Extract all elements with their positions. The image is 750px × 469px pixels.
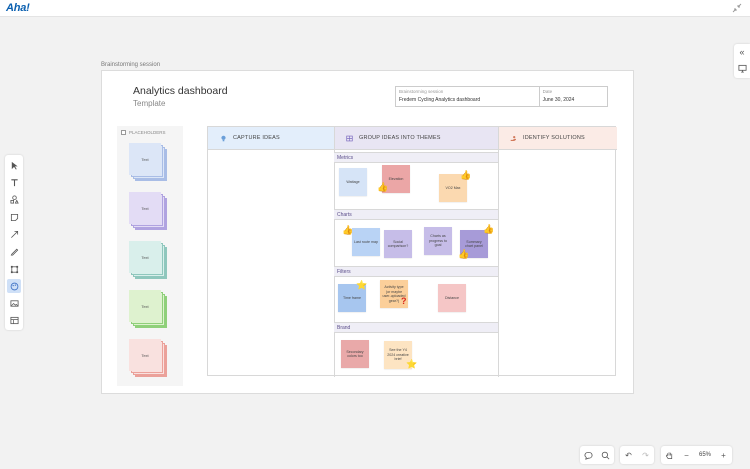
sticky-note[interactable]: Wattage — [339, 168, 367, 196]
column-divider — [334, 127, 335, 377]
hand-icon — [510, 135, 516, 141]
zoom-in-icon[interactable]: + — [719, 451, 728, 460]
meta-value: June 30, 2024 — [542, 97, 575, 103]
sticky-tool[interactable] — [7, 210, 21, 224]
frame-icon — [10, 265, 18, 273]
meta-cell-session: Brainstorming session Fredem Cycling Ana… — [396, 87, 540, 106]
placeholders-label: PLACEHOLDERS — [129, 130, 166, 135]
star-icon: ⭐ — [406, 359, 418, 369]
thumbs-up-icon: 👍 — [483, 224, 495, 234]
right-toolbar: « — [734, 44, 750, 78]
section-metrics: Metrics — [334, 152, 498, 163]
sticky-note-icon — [10, 213, 18, 221]
column-header-group: GROUP IDEAS INTO THEMES — [334, 127, 498, 149]
placeholder-label: Text — [129, 290, 161, 322]
pen-icon — [10, 248, 18, 256]
placeholder-label: Text — [129, 241, 161, 273]
bottom-toolbar-zoom: − 65% + — [661, 446, 733, 464]
lightbulb-icon — [221, 135, 226, 141]
placeholders-panel: PLACEHOLDERS Text Text Text Text Text — [117, 126, 183, 386]
placeholder-stack[interactable]: Text — [129, 339, 169, 379]
bottom-toolbar-history: ↶ ↷ — [620, 446, 654, 464]
frame-tool[interactable] — [7, 262, 21, 276]
column-header-solutions: IDENTIFY SOLUTIONS — [498, 127, 617, 149]
hand-pan-icon[interactable] — [665, 451, 674, 460]
thumbs-up-icon: 👍 — [458, 249, 470, 259]
placeholder-stack[interactable]: Text — [129, 192, 169, 232]
checkbox-icon[interactable] — [121, 130, 126, 135]
palette-icon — [10, 282, 18, 290]
column-label: GROUP IDEAS INTO THEMES — [359, 135, 441, 141]
question-mark-icon: ? — [401, 296, 407, 306]
select-tool[interactable] — [7, 158, 21, 172]
image-tool[interactable] — [7, 296, 21, 310]
placeholder-label: Text — [129, 143, 161, 175]
presentation-icon[interactable] — [737, 64, 747, 74]
zoom-level[interactable]: 65% — [699, 452, 711, 458]
stamp-tool[interactable] — [7, 279, 21, 293]
section-brand: Brand — [334, 322, 498, 333]
placeholder-stack[interactable]: Text — [129, 290, 169, 330]
sticky-note[interactable]: Distance — [438, 284, 466, 312]
placeholder-stack[interactable]: Text — [129, 241, 169, 281]
shapes-tool[interactable] — [7, 192, 21, 206]
column-label: IDENTIFY SOLUTIONS — [523, 135, 585, 141]
meta-value: Fredem Cycling Analytics dashboard — [399, 97, 481, 103]
template-icon — [9, 316, 19, 324]
template-tool[interactable] — [7, 313, 21, 327]
image-icon — [9, 299, 19, 307]
collapse-icon[interactable] — [732, 3, 742, 13]
meta-label: Brainstorming session — [399, 89, 444, 94]
aha-logo[interactable]: Aha! — [6, 2, 30, 14]
grid-icon — [346, 135, 353, 141]
text-tool[interactable] — [7, 175, 21, 189]
sticky-note[interactable]: Charts as progress to goal — [424, 227, 452, 255]
sticky-note[interactable]: Last route map — [352, 228, 380, 256]
connector-tool[interactable] — [7, 227, 21, 241]
section-filters: Filters — [334, 266, 498, 277]
undo-icon[interactable]: ↶ — [624, 451, 633, 460]
shapes-icon — [9, 194, 19, 204]
star-icon: ⭐ — [356, 280, 368, 290]
chevron-double-left-icon[interactable]: « — [737, 47, 747, 57]
page-title: Analytics dashboard — [133, 85, 228, 97]
comment-icon[interactable] — [584, 451, 593, 460]
header-divider — [208, 149, 617, 150]
frame-label[interactable]: Brainstorming session — [101, 62, 160, 68]
sticky-note[interactable]: Secondary colors too — [341, 340, 369, 368]
pen-tool[interactable] — [7, 244, 21, 258]
section-charts: Charts — [334, 209, 498, 220]
brainstorm-board: CAPTURE IDEAS GROUP IDEAS INTO THEMES ID… — [207, 126, 617, 377]
text-icon — [10, 178, 18, 186]
bottom-toolbar-comments — [580, 446, 614, 464]
top-bar: Aha! — [0, 0, 750, 17]
arrow-icon — [10, 230, 18, 238]
column-label: CAPTURE IDEAS — [233, 135, 280, 141]
meta-label: Date — [542, 89, 553, 94]
column-divider — [498, 127, 499, 377]
placeholders-header: PLACEHOLDERS — [121, 130, 166, 135]
zoom-out-icon[interactable]: − — [682, 451, 691, 460]
redo-icon[interactable]: ↷ — [641, 451, 650, 460]
whiteboard-frame[interactable]: Analytics dashboard Template Brainstormi… — [101, 70, 634, 394]
column-header-capture: CAPTURE IDEAS — [208, 127, 334, 149]
meta-table: Brainstorming session Fredem Cycling Ana… — [395, 86, 608, 107]
thumbs-up-icon: 👍 — [342, 225, 354, 235]
search-icon[interactable] — [601, 451, 610, 460]
meta-cell-date: Date June 30, 2024 — [540, 87, 607, 106]
page-subtitle: Template — [133, 99, 166, 108]
placeholder-label: Text — [129, 192, 161, 224]
thumbs-up-icon: 👍 — [460, 170, 472, 180]
left-toolbar — [5, 155, 23, 330]
placeholder-label: Text — [129, 339, 161, 371]
pointer-icon — [11, 161, 18, 170]
placeholder-stack[interactable]: Text — [129, 143, 169, 183]
sticky-note[interactable]: Social comparison? — [384, 230, 412, 258]
thumbs-up-icon: 👍 — [377, 182, 389, 192]
